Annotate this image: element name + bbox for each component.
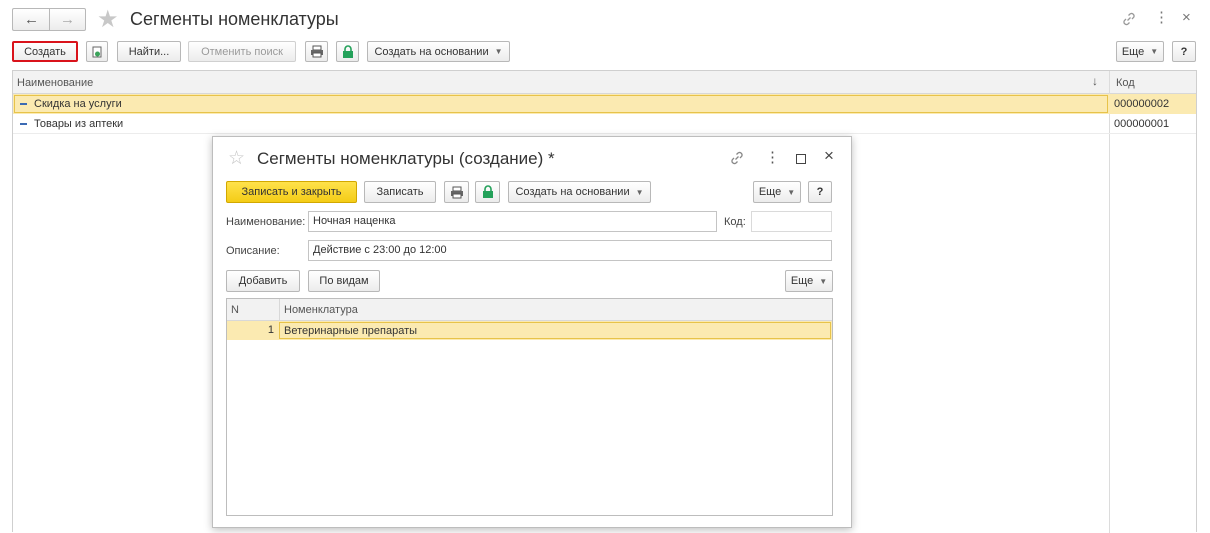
page-title: Сегменты номенклатуры: [130, 9, 339, 29]
chevron-down-icon: ▼: [1150, 47, 1159, 56]
more-label: Еще: [758, 186, 782, 198]
close-icon[interactable]: ×: [824, 147, 834, 164]
group-minus-icon: [20, 123, 27, 126]
more-vertical-icon[interactable]: ⋮: [1154, 10, 1169, 25]
row-name-cell: Скидка на услуги: [20, 98, 122, 110]
row-item-cell[interactable]: Ветеринарные препараты: [279, 322, 831, 339]
table-header: N Номенклатура: [227, 299, 832, 321]
code-field[interactable]: [751, 211, 832, 232]
create-based-label: Создать на основании: [374, 45, 489, 58]
close-icon[interactable]: ×: [1182, 10, 1191, 25]
column-divider: [1109, 71, 1110, 533]
description-label: Описание:: [226, 245, 280, 257]
more-button[interactable]: Еще ▼: [1116, 41, 1164, 62]
chevron-down-icon: ▼: [494, 47, 503, 56]
column-divider: [279, 299, 280, 321]
create-button[interactable]: Создать: [12, 41, 78, 62]
back-button[interactable]: ←: [12, 8, 50, 31]
sort-arrow-icon: ↓: [1092, 74, 1098, 88]
table-row[interactable]: 1 Ветеринарные препараты: [227, 321, 832, 340]
column-name-header[interactable]: Наименование: [17, 77, 93, 89]
arrow-right-icon: →: [60, 11, 75, 28]
row-name-cell: Товары из аптеки: [20, 118, 123, 130]
printer-icon: [450, 186, 463, 198]
create-based-button[interactable]: Создать на основании ▼: [367, 41, 510, 62]
table-row[interactable]: Товары из аптеки 000000001: [13, 114, 1196, 134]
lock-icon: [342, 44, 353, 58]
code-label: Код:: [724, 216, 746, 228]
more-label: Еще: [1121, 45, 1145, 58]
column-code-header[interactable]: Код: [1116, 77, 1135, 89]
row-number: 1: [267, 324, 274, 336]
selected-cell-outline: [14, 95, 1108, 113]
table-more-button[interactable]: Еще ▼: [785, 270, 833, 292]
table-row[interactable]: Скидка на услуги 000000002: [13, 94, 1196, 114]
favorite-star-icon[interactable]: ★: [97, 5, 119, 34]
chevron-down-icon: ▼: [635, 187, 644, 197]
favorite-star-icon[interactable]: ☆: [228, 147, 245, 170]
name-label: Наименование:: [226, 216, 306, 228]
print-button[interactable]: [305, 41, 328, 62]
save-button[interactable]: Записать: [364, 181, 436, 203]
cancel-search-button[interactable]: Отменить поиск: [188, 41, 296, 62]
copy-icon: [92, 46, 102, 57]
lock-button[interactable]: [336, 41, 359, 62]
link-icon[interactable]: [1121, 11, 1137, 29]
row-code: 000000001: [1114, 118, 1170, 130]
items-table[interactable]: N Номенклатура 1 Ветеринарные препараты: [226, 298, 833, 516]
group-minus-icon: [20, 103, 27, 106]
print-button[interactable]: [444, 181, 469, 203]
description-field[interactable]: Действие с 23:00 до 12:00: [308, 240, 832, 261]
more-vertical-icon[interactable]: ⋮: [765, 150, 780, 165]
save-and-close-button[interactable]: Записать и закрыть: [226, 181, 357, 203]
link-icon[interactable]: [729, 150, 745, 168]
lock-icon: [482, 185, 493, 198]
help-button[interactable]: ?: [808, 181, 832, 203]
maximize-icon[interactable]: [796, 154, 806, 164]
column-item-header[interactable]: Номенклатура: [284, 304, 358, 316]
more-button[interactable]: Еще ▼: [753, 181, 801, 203]
more-label: Еще: [790, 275, 814, 287]
chevron-down-icon: ▼: [819, 276, 828, 286]
row-name: Товары из аптеки: [34, 118, 124, 130]
arrow-left-icon: ←: [24, 11, 39, 28]
by-types-button[interactable]: По видам: [308, 270, 380, 292]
dialog-title: Сегменты номенклатуры (создание) *: [257, 149, 555, 168]
create-based-button[interactable]: Создать на основании ▼: [508, 181, 651, 203]
help-button[interactable]: ?: [1172, 41, 1196, 62]
find-button[interactable]: Найти...: [117, 41, 181, 62]
column-n-header[interactable]: N: [231, 304, 239, 316]
chevron-down-icon: ▼: [787, 187, 796, 197]
lock-button[interactable]: [475, 181, 500, 203]
create-based-label: Создать на основании: [515, 186, 630, 198]
create-dialog: ☆ Сегменты номенклатуры (создание) * ⋮ ×…: [212, 136, 852, 528]
printer-icon: [310, 45, 323, 58]
name-field[interactable]: Ночная наценка: [308, 211, 717, 232]
add-button[interactable]: Добавить: [226, 270, 300, 292]
row-name: Скидка на услуги: [34, 98, 122, 110]
row-item: Ветеринарные препараты: [284, 325, 418, 337]
forward-button[interactable]: →: [49, 8, 86, 31]
copy-button[interactable]: [86, 41, 108, 62]
row-code: 000000002: [1114, 98, 1170, 110]
list-header: Наименование ↓ Код: [13, 71, 1196, 533]
